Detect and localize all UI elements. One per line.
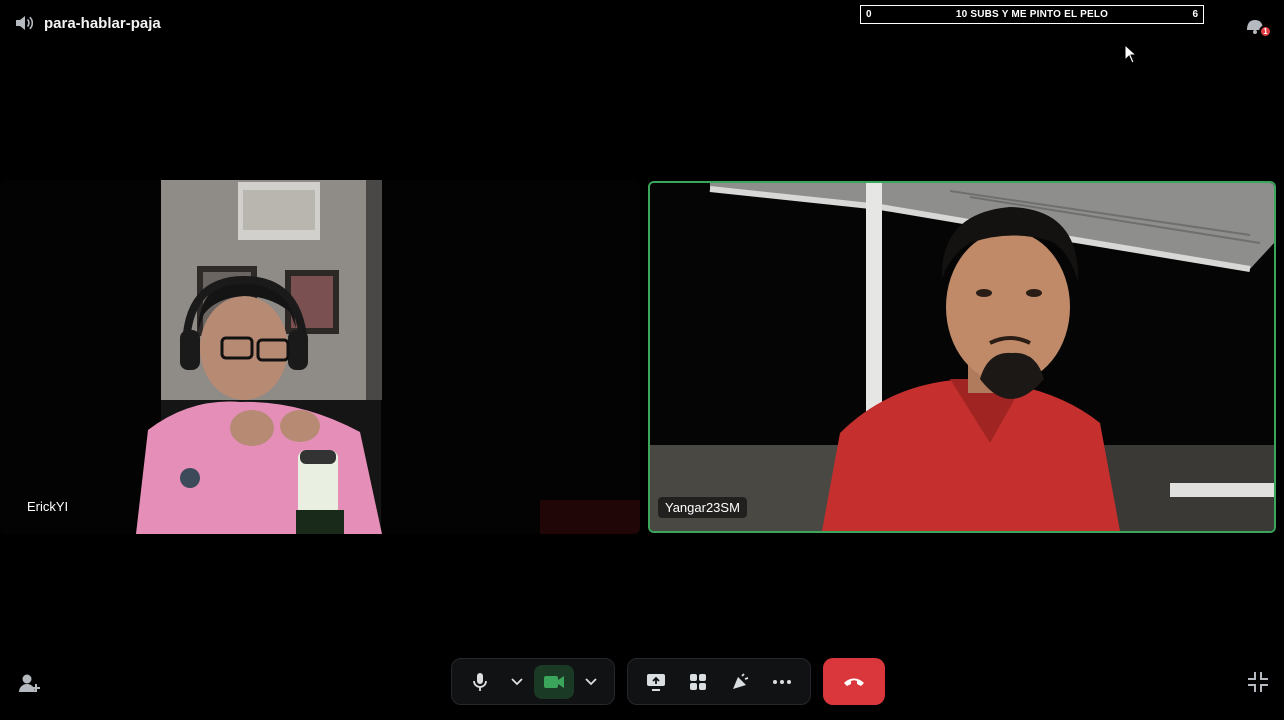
exit-fullscreen-button[interactable] [1244,668,1272,696]
participant-video-erickyi [0,180,640,534]
inbox-badge: 1 [1259,25,1272,38]
soundboard-icon [733,672,749,689]
camera-icon [544,675,564,688]
goal-end: 6 [1192,9,1198,20]
speaker-icon [14,13,34,33]
audio-options-button[interactable] [502,665,532,699]
subscriber-goal-bar: 0 10 SUBS Y ME PINTO EL PELO 6 [860,5,1204,24]
more-icon [773,679,791,684]
video-tile-yangar23sm[interactable]: Yangar23SM [648,181,1276,533]
participant-video-yangar23sm [650,183,1274,531]
fullscreen-icon [1248,672,1268,692]
mute-button[interactable] [460,665,500,699]
participant-name-tag: Yangar23SM [658,497,747,518]
invite-button[interactable] [16,670,42,696]
voice-call-view: para-hablar-paja 0 10 SUBS Y ME PINTO EL… [0,0,1284,720]
video-options-button[interactable] [576,665,606,699]
activities-button[interactable] [678,665,718,699]
channel-name[interactable]: para-hablar-paja [44,15,161,32]
screen-share-icon [647,673,665,691]
soundboard-button[interactable] [720,665,760,699]
call-controls [451,658,885,705]
screen-share-button[interactable] [636,665,676,699]
actions-group [627,658,811,705]
mouse-cursor-icon [1124,44,1138,64]
chevron-down-icon [511,677,523,685]
more-options-button[interactable] [762,665,802,699]
channel-header: para-hablar-paja [14,10,161,36]
inbox-button[interactable]: 1 [1242,12,1272,40]
audio-video-group [451,658,615,705]
invite-icon [19,674,40,692]
camera-button[interactable] [534,664,574,699]
activities-icon [690,673,706,690]
goal-title: 10 SUBS Y ME PINTO EL PELO [955,9,1109,20]
disconnect-button[interactable] [823,658,885,705]
hang-up-icon [844,678,864,686]
video-tile-erickyi[interactable]: ErickYI [0,180,640,534]
participant-name-tag: ErickYI [27,499,69,514]
microphone-icon [473,672,487,691]
chevron-down-icon [585,677,597,685]
